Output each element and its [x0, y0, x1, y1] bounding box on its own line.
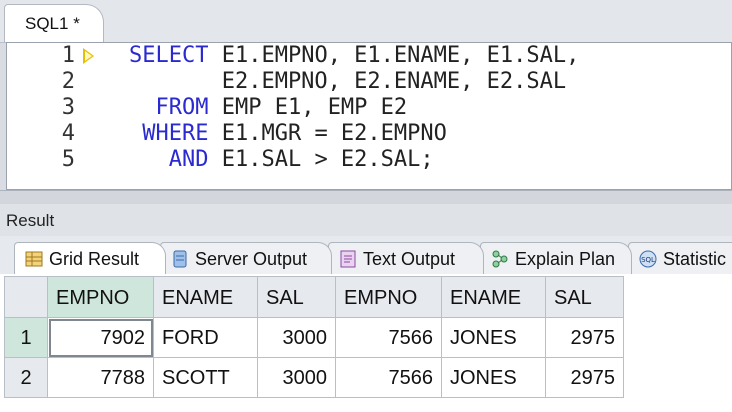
tab-sql1-label: SQL1 * — [25, 14, 80, 33]
sql-text: E1.MGR = E2.EMPNO — [208, 121, 447, 146]
tab-explain-plan[interactable]: Explain Plan — [480, 242, 632, 274]
pane-splitter[interactable] — [0, 190, 732, 205]
column-header-sal[interactable]: SAL — [258, 276, 336, 318]
line-number: 4 — [61, 121, 75, 146]
tab-label: Text Output — [363, 249, 456, 269]
column-header-empno[interactable]: EMPNO — [336, 276, 442, 318]
grid-cell[interactable]: 2975 — [546, 318, 624, 358]
row-header[interactable]: 1 — [4, 318, 48, 358]
grid-cell[interactable]: SCOTT — [154, 358, 258, 398]
sql-tool-window: SQL1 * 1 SELECT E1.EMPNO, E1.ENAME, E1.SA… — [0, 0, 732, 412]
grid-cell[interactable]: FORD — [154, 318, 258, 358]
grid-cell[interactable]: 2975 — [546, 358, 624, 398]
row-header[interactable]: 2 — [4, 358, 48, 398]
tab-sql1[interactable]: SQL1 * — [4, 4, 104, 42]
column-header-empno[interactable]: EMPNO — [48, 276, 154, 318]
svg-text:SQL: SQL — [641, 256, 655, 264]
sql-keyword: WHERE — [129, 121, 209, 146]
explain-plan-icon — [492, 250, 508, 268]
code-text: FROM EMP E1, EMP E2 — [129, 95, 407, 121]
code-text: SELECT E1.EMPNO, E1.ENAME, E1.SAL, — [129, 43, 579, 69]
result-panel-title: Result — [6, 211, 55, 230]
line-number: 3 — [61, 95, 75, 120]
code-line-3[interactable]: 3 FROM EMP E1, EMP E2 — [7, 95, 727, 121]
result-tabs: Grid Result Server Output Text Output Expla… — [0, 236, 732, 275]
code-line-4[interactable]: 4 WHERE E1.MGR = E2.EMPNO — [7, 121, 727, 147]
code-text: WHERE E1.MGR = E2.EMPNO — [129, 121, 447, 147]
grid-cell[interactable]: 3000 — [258, 358, 336, 398]
sql-keyword: FROM — [129, 95, 209, 120]
tab-label: Statistic — [663, 249, 727, 269]
code-text: AND E1.SAL > E2.SAL; — [129, 147, 434, 173]
code-text: E2.EMPNO, E2.ENAME, E2.SAL — [129, 69, 566, 95]
line-number: 1 — [61, 43, 75, 68]
sql-keyword: AND — [129, 147, 209, 172]
result-grid[interactable]: EMPNO ENAME SAL EMPNO ENAME SAL 1 7902 FORD 3000 7… — [0, 274, 732, 412]
code-line-2[interactable]: 2 E2.EMPNO, E2.ENAME, E2.SAL — [7, 69, 727, 95]
server-output-icon — [173, 250, 187, 268]
column-header-ename[interactable]: ENAME — [442, 276, 546, 318]
code-line-1[interactable]: 1 SELECT E1.EMPNO, E1.ENAME, E1.SAL, — [7, 43, 727, 69]
result-panel-header: Result — [0, 204, 732, 237]
sql-keyword: SELECT — [129, 43, 209, 68]
tab-label: Server Output — [195, 249, 308, 269]
grid-cell[interactable]: 3000 — [258, 318, 336, 358]
grid-cell[interactable]: 7902 — [48, 318, 154, 358]
tab-text-output[interactable]: Text Output — [328, 242, 484, 274]
line-number: 5 — [61, 147, 75, 172]
sql-text: E1.SAL > E2.SAL; — [208, 147, 434, 172]
grid-cell[interactable]: JONES — [442, 318, 546, 358]
grid-cell[interactable]: 7788 — [48, 358, 154, 398]
grid-icon — [25, 251, 43, 267]
grid-cell[interactable]: 7566 — [336, 318, 442, 358]
code-line-5[interactable]: 5 AND E1.SAL > E2.SAL; — [7, 147, 727, 173]
sql-editor[interactable]: 1 SELECT E1.EMPNO, E1.ENAME, E1.SAL, 2 E2.… — [6, 42, 732, 190]
grid-cell[interactable]: JONES — [442, 358, 546, 398]
sql-text: E1.EMPNO, E1.ENAME, E1.SAL, — [208, 43, 580, 68]
column-header-sal[interactable]: SAL — [546, 276, 624, 318]
editor-tab-strip: SQL1 * — [0, 0, 732, 43]
text-output-icon — [340, 250, 356, 268]
column-header-ename[interactable]: ENAME — [154, 276, 258, 318]
grid-corner[interactable] — [4, 276, 48, 318]
statistics-icon: SQL — [639, 250, 657, 268]
grid-cell[interactable]: 7566 — [336, 358, 442, 398]
tab-label: Grid Result — [49, 249, 140, 269]
tab-statistic[interactable]: SQL Statistic — [628, 242, 732, 274]
sql-text: E2.EMPNO, E2.ENAME, E2.SAL — [129, 69, 567, 94]
tab-server-output[interactable]: Server Output — [160, 242, 332, 274]
sql-text: EMP E1, EMP E2 — [208, 95, 408, 120]
tab-grid-result[interactable]: Grid Result — [14, 242, 166, 274]
tab-label: Explain Plan — [515, 249, 616, 269]
line-number: 2 — [61, 69, 75, 94]
